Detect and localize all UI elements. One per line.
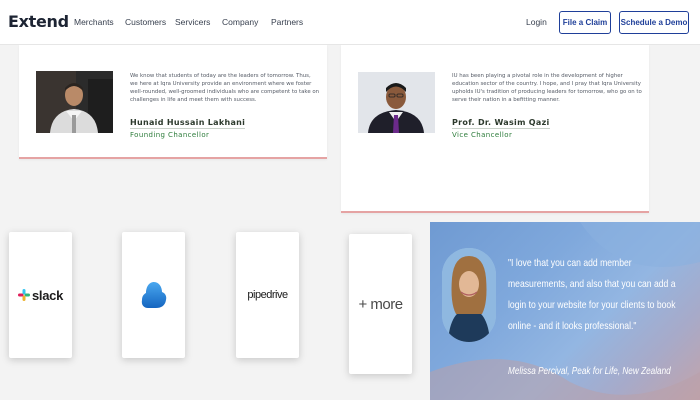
integration-tile-onedrive[interactable] [122, 232, 185, 358]
nav-link-merchants[interactable]: Merchants [74, 17, 114, 27]
integration-tile-slack[interactable]: slack [9, 232, 72, 358]
more-integrations-label: + more [358, 295, 403, 313]
customer-quote-panel: "I love that you can add member measurem… [430, 222, 700, 400]
nav-link-company[interactable]: Company [222, 17, 258, 27]
chancellor-role: Founding Chancellor [130, 131, 210, 139]
schedule-a-demo-button[interactable]: Schedule a Demo [619, 11, 689, 34]
slack-label: slack [31, 287, 64, 303]
integration-tile-more[interactable]: + more [349, 234, 412, 374]
pipedrive-logo-icon: pipedrive [247, 289, 288, 301]
top-navigation-bar: Extend Merchants Customers Servicers Com… [0, 0, 700, 45]
vice-chancellor-role: Vice Chancellor [452, 131, 513, 139]
customer-avatar [442, 248, 496, 342]
nav-link-customers[interactable]: Customers [125, 17, 166, 27]
chancellor-name: Hunaid Hussain Lakhani [130, 118, 246, 129]
customer-quote-text: "I love that you can add member measurem… [508, 257, 676, 332]
file-a-claim-button[interactable]: File a Claim [559, 11, 611, 34]
customer-quote-author: Melissa Percival, Peak for Life, New Zea… [508, 366, 671, 377]
nav-link-servicers[interactable]: Servicers [175, 17, 210, 27]
vice-chancellor-portrait-icon [358, 72, 435, 133]
vice-chancellor-photo [358, 72, 435, 133]
login-link[interactable]: Login [526, 17, 547, 27]
onedrive-cloud-icon [141, 282, 166, 308]
vice-chancellor-name: Prof. Dr. Wasim Qazi [452, 118, 550, 129]
slack-logo: slack [17, 287, 64, 303]
integration-tile-pipedrive[interactable]: pipedrive [236, 232, 299, 358]
chancellor-quote-text: We know that students of today are the l… [130, 73, 320, 103]
customer-avatar-icon [442, 248, 496, 342]
testimonial-card-chancellor: We know that students of today are the l… [19, 45, 327, 159]
page: Extend Merchants Customers Servicers Com… [0, 0, 700, 400]
nav-link-partners[interactable]: Partners [271, 17, 303, 27]
testimonial-card-vice-chancellor: IU has been playing a pivotal role in th… [341, 45, 649, 213]
extend-logo[interactable]: Extend [8, 12, 69, 31]
vice-chancellor-quote-text: IU has been playing a pivotal role in th… [452, 73, 642, 103]
slack-logo-icon [17, 289, 30, 301]
chancellor-portrait-icon [36, 71, 113, 133]
chancellor-photo [36, 71, 113, 133]
